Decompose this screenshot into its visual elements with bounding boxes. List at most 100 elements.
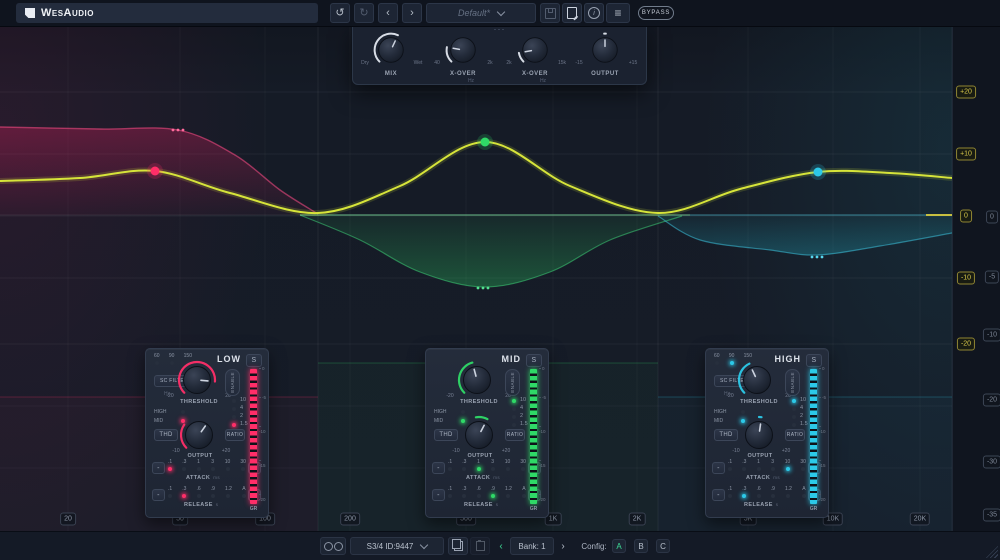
thd-button[interactable]: THD: [714, 429, 738, 441]
device-select[interactable]: S3/4 ID:9447: [350, 537, 444, 555]
undo-button[interactable]: ↺: [330, 3, 350, 23]
copy-settings-button[interactable]: [448, 537, 468, 555]
led-option[interactable]: .1: [728, 460, 732, 471]
attack-decrease-button[interactable]: -: [432, 462, 445, 474]
led-option[interactable]: 3: [211, 460, 215, 471]
attack-decrease-button[interactable]: -: [152, 462, 165, 474]
led-option[interactable]: 10: [792, 398, 808, 403]
led-option[interactable]: A: [242, 487, 246, 498]
led-option[interactable]: .1: [448, 460, 452, 471]
threshold-knob[interactable]: [455, 358, 499, 402]
prev-preset-button[interactable]: ‹: [378, 3, 398, 23]
led-option[interactable]: 10: [785, 460, 791, 471]
band-drag-handle-dot[interactable]: [811, 256, 814, 259]
led-option[interactable]: A: [802, 487, 806, 498]
led-option[interactable]: 1.2: [785, 487, 792, 498]
led-option[interactable]: .3: [182, 487, 186, 498]
band-drag-handle-dot[interactable]: [477, 287, 480, 290]
menu-button[interactable]: ≡: [606, 3, 630, 23]
thd-button[interactable]: THD: [434, 429, 458, 441]
led-option[interactable]: .1: [448, 487, 452, 498]
led-option[interactable]: 1.5: [792, 422, 808, 427]
release-leds[interactable]: .1.3.6.91.2A: [168, 487, 246, 498]
led-option[interactable]: .9: [211, 487, 215, 498]
output-knob[interactable]: [457, 413, 501, 457]
ratio-leds[interactable]: 10421.5: [232, 398, 248, 427]
bank-prev-button[interactable]: ‹: [494, 537, 508, 555]
output-knob[interactable]: [585, 30, 625, 70]
channel-link-button[interactable]: [320, 537, 346, 555]
led-option[interactable]: 4: [512, 406, 528, 411]
enable-button[interactable]: ENABLE: [225, 369, 240, 396]
led-option[interactable]: 10: [505, 460, 511, 471]
config-c-button[interactable]: C: [656, 539, 670, 553]
led-option[interactable]: .3: [742, 487, 746, 498]
band-drag-handle-dot[interactable]: [177, 129, 180, 132]
xover-low-knob[interactable]: [443, 30, 483, 70]
led-option[interactable]: 2: [232, 414, 248, 419]
ratio-leds[interactable]: 10421.5: [792, 398, 808, 427]
led-option[interactable]: .3: [462, 460, 466, 471]
led-option[interactable]: A: [522, 487, 526, 498]
led-option[interactable]: 1: [757, 460, 761, 471]
attack-leds[interactable]: .1.3131030: [728, 460, 806, 471]
led-option[interactable]: 30: [240, 460, 246, 471]
ratio-button[interactable]: RATIO: [785, 429, 805, 441]
led-option[interactable]: 30: [800, 460, 806, 471]
save-preset-button[interactable]: [540, 3, 560, 23]
output-knob[interactable]: [737, 413, 781, 457]
led-option[interactable]: 10: [232, 398, 248, 403]
threshold-knob[interactable]: [175, 358, 219, 402]
led-option[interactable]: 10: [225, 460, 231, 471]
led-option[interactable]: .1: [168, 460, 172, 471]
bypass-button[interactable]: BYPASS: [638, 6, 674, 20]
release-decrease-button[interactable]: -: [432, 489, 445, 501]
preset-select[interactable]: Default*: [426, 3, 536, 23]
led-option[interactable]: 1.2: [225, 487, 232, 498]
led-option[interactable]: .3: [462, 487, 466, 498]
next-preset-button[interactable]: ›: [402, 3, 422, 23]
led-option[interactable]: 1.2: [505, 487, 512, 498]
ratio-button[interactable]: RATIO: [505, 429, 525, 441]
paste-settings-button[interactable]: [470, 537, 490, 555]
config-a-button[interactable]: A: [612, 539, 626, 553]
band-gain-handle[interactable]: [814, 168, 823, 177]
config-b-button[interactable]: B: [634, 539, 648, 553]
led-option[interactable]: .6: [476, 487, 480, 498]
led-option[interactable]: .6: [756, 487, 760, 498]
attack-leds[interactable]: .1 .3 13 10 30: [448, 460, 526, 471]
led-option[interactable]: 2: [512, 414, 528, 419]
band-drag-handle-dot[interactable]: [487, 287, 490, 290]
led-option[interactable]: 2: [792, 414, 808, 419]
mix-knob[interactable]: [371, 30, 411, 70]
led-option[interactable]: 3: [491, 460, 495, 471]
led-option[interactable]: 1: [477, 460, 481, 471]
led-option[interactable]: .3: [742, 460, 746, 471]
led-option[interactable]: 60: [714, 354, 720, 365]
band-drag-handle-dot[interactable]: [172, 129, 175, 132]
led-option[interactable]: 90: [729, 354, 735, 365]
enable-button[interactable]: ENABLE: [785, 369, 800, 396]
band-drag-handle-dot[interactable]: [816, 256, 819, 259]
led-option[interactable]: .1: [168, 487, 172, 498]
ratio-button[interactable]: RATIO: [225, 429, 245, 441]
drag-handle[interactable]: ···: [494, 26, 506, 33]
thd-button[interactable]: THD: [154, 429, 178, 441]
output-knob[interactable]: [177, 413, 221, 457]
led-option[interactable]: 30: [520, 460, 526, 471]
led-option[interactable]: .9: [491, 487, 495, 498]
led-option[interactable]: 90: [169, 354, 175, 365]
led-option[interactable]: 60: [154, 354, 160, 365]
band-drag-handle-dot[interactable]: [482, 287, 485, 290]
bank-next-button[interactable]: ›: [556, 537, 570, 555]
release-decrease-button[interactable]: -: [712, 489, 725, 501]
attack-leds[interactable]: .1.3131030: [168, 460, 246, 471]
led-option[interactable]: 10: [512, 398, 528, 403]
release-leds[interactable]: .1.3.6.91.2A: [728, 487, 806, 498]
ratio-leds[interactable]: 10 4 2 1.5: [512, 398, 528, 427]
redo-button[interactable]: ↻: [354, 3, 374, 23]
led-option[interactable]: 1.5: [512, 422, 528, 427]
release-decrease-button[interactable]: -: [152, 489, 165, 501]
led-option[interactable]: .9: [771, 487, 775, 498]
band-gain-handle[interactable]: [151, 167, 160, 176]
